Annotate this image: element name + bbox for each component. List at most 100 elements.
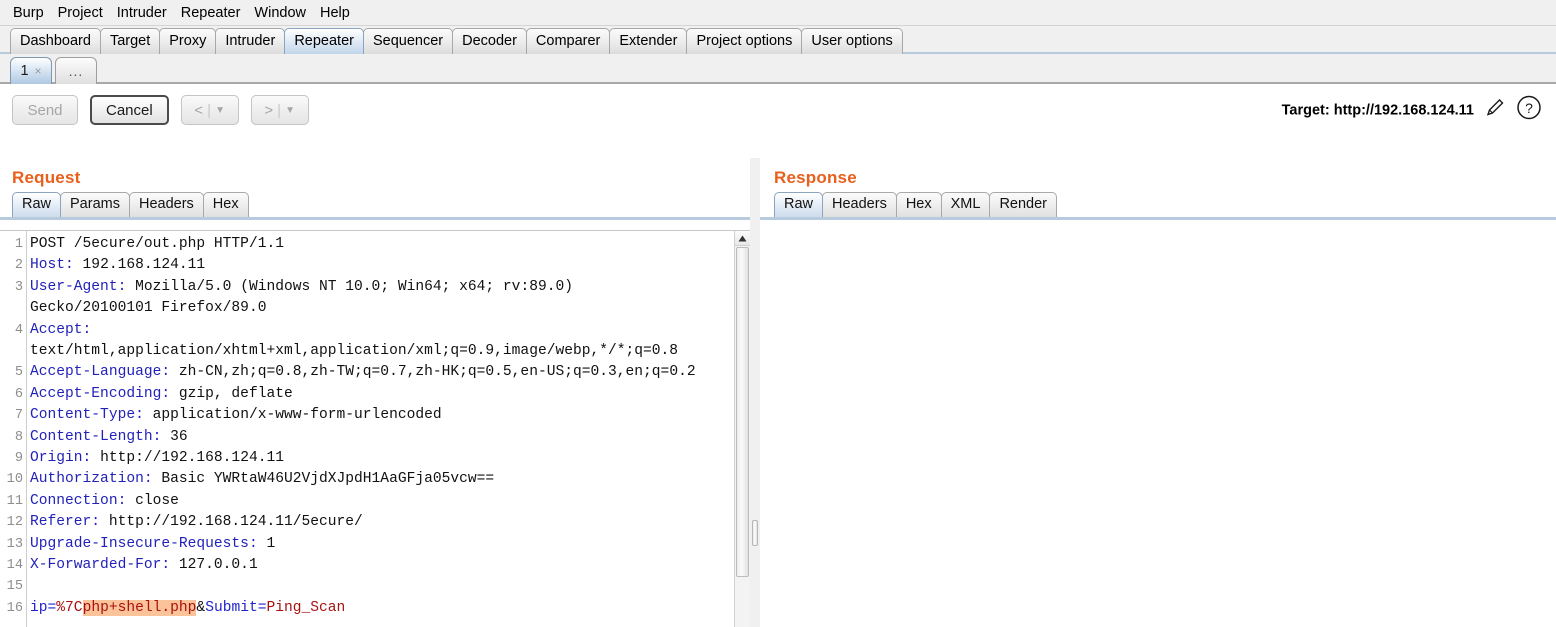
response-tab-xml[interactable]: XML [940, 192, 991, 217]
code-line[interactable]: Accept-Language: zh-CN,zh;q=0.8,zh-TW;q=… [30, 362, 726, 383]
request-scrollbar[interactable] [734, 231, 750, 627]
code-line[interactable]: Host: 192.168.124.11 [30, 255, 726, 276]
menu-item-burp[interactable]: Burp [6, 3, 51, 23]
response-title: Response [774, 168, 857, 187]
menu-item-project[interactable]: Project [51, 3, 110, 23]
gutter-divider [26, 231, 27, 627]
code-line[interactable]: Connection: close [30, 491, 726, 512]
tab-project-options[interactable]: Project options [686, 28, 803, 54]
line-number: 1 [14, 237, 23, 252]
line-number: 7 [14, 408, 23, 424]
repeater-tab-1[interactable]: 1 × [10, 57, 52, 84]
panes-container: Request Raw Params Headers Hex 1 POST /5e… [0, 158, 1556, 627]
chevron-down-icon: ▼ [285, 104, 295, 116]
code-line[interactable]: Authorization: Basic YWRtaW46U2VjdXJpdH1… [30, 469, 726, 490]
menu-item-help[interactable]: Help [313, 3, 357, 23]
button-separator: | [207, 101, 212, 119]
response-tab-hex[interactable]: Hex [895, 192, 942, 217]
header-key: Content-Type: [30, 407, 144, 424]
close-icon[interactable]: × [35, 64, 42, 78]
header-key: Connection: [30, 492, 127, 509]
code-line[interactable]: X-Forwarded-For: 127.0.0.1 [30, 555, 726, 576]
code-line[interactable]: Upgrade-Insecure-Requests: 1 [30, 534, 726, 555]
code-line[interactable]: Gecko/20100101 Firefox/89.0 [30, 298, 726, 319]
line-number: 3 [14, 279, 23, 295]
header-value: Basic YWRtaW46U2VjdXJpdH1AaGFja05vcw== [152, 471, 495, 488]
menu-item-repeater[interactable]: Repeater [174, 3, 248, 23]
request-code-area[interactable]: 1 POST /5ecure/out.php HTTP/1.1 2 Host: 192… [0, 231, 734, 627]
request-tab-strip: Raw Params Headers Hex [0, 192, 750, 220]
code-line[interactable]: text/html,application/xhtml+xml,applicat… [30, 341, 726, 362]
help-icon[interactable]: ? [1516, 95, 1542, 126]
request-tab-raw[interactable]: Raw [12, 192, 62, 217]
request-editor[interactable]: 1 POST /5ecure/out.php HTTP/1.1 2 Host: 192… [0, 230, 750, 627]
tab-intruder[interactable]: Intruder [215, 28, 286, 54]
tab-decoder[interactable]: Decoder [452, 28, 527, 54]
code-line[interactable]: Accept-Encoding: gzip, deflate [30, 384, 726, 405]
chevron-right-icon: > [264, 101, 274, 119]
header-value: http://192.168.124.11 [91, 450, 284, 466]
code-line[interactable]: User-Agent: Mozilla/5.0 (Windows NT 10.0… [30, 277, 726, 298]
code-line[interactable]: ip=%7Cphp+shell.php&Submit=Ping_Scan [30, 598, 726, 619]
back-button[interactable]: < | ▼ [180, 95, 239, 125]
cancel-button[interactable]: Cancel [90, 95, 169, 125]
code-line[interactable]: Origin: http://192.168.124.11 [30, 448, 726, 469]
pencil-icon[interactable] [1484, 97, 1506, 124]
menu-bar: Burp Project Intruder Repeater Window He… [0, 0, 1556, 26]
tab-sequencer[interactable]: Sequencer [362, 28, 454, 54]
splitter-grip[interactable] [752, 520, 758, 546]
payload-highlight: php+shell.php [82, 599, 197, 616]
header-key: Host: [30, 257, 74, 274]
code-line[interactable]: Content-Length: 36 [30, 427, 726, 448]
header-key: Referer: [30, 514, 101, 531]
header-value: close [126, 492, 179, 509]
param-key: ip= [30, 599, 57, 616]
code-line[interactable]: Referer: http://192.168.124.11/5ecure/ [30, 512, 726, 533]
line-number: 11 [6, 493, 23, 509]
request-tab-params[interactable]: Params [60, 192, 130, 217]
response-body[interactable] [760, 230, 1556, 627]
header-key: Upgrade-Insecure-Requests: [30, 535, 258, 552]
response-tab-headers[interactable]: Headers [822, 192, 897, 217]
header-key: Accept-Encoding: [30, 385, 171, 402]
header-key: Accept: [30, 321, 92, 338]
menu-item-intruder[interactable]: Intruder [110, 3, 174, 23]
forward-button[interactable]: > | ▼ [250, 95, 309, 125]
request-tab-hex[interactable]: Hex [202, 192, 249, 217]
tab-repeater[interactable]: Repeater [284, 28, 364, 54]
code-line[interactable]: POST /5ecure/out.php HTTP/1.1 [30, 234, 726, 255]
tab-comparer[interactable]: Comparer [525, 28, 611, 54]
request-tab-headers[interactable]: Headers [128, 192, 204, 217]
tab-extender[interactable]: Extender [609, 28, 688, 54]
response-tab-raw[interactable]: Raw [774, 192, 824, 217]
param-key: Submit= [205, 599, 267, 616]
tab-target[interactable]: Target [99, 28, 161, 54]
param-value: %7C [56, 599, 83, 616]
header-key: Content-Length: [30, 428, 162, 445]
tab-proxy[interactable]: Proxy [159, 28, 217, 54]
line-number: 16 [6, 600, 23, 616]
chevron-left-icon: < [194, 101, 204, 119]
request-title: Request [12, 168, 81, 187]
response-tab-render[interactable]: Render [989, 192, 1058, 217]
repeater-tab-new[interactable]: ... [55, 57, 97, 84]
code-line[interactable]: Content-Type: application/x-www-form-url… [30, 405, 726, 426]
header-value: Mozilla/5.0 (Windows NT 10.0; Win64; x64… [126, 278, 573, 295]
header-key: User-Agent: [30, 278, 127, 295]
send-button[interactable]: Send [12, 95, 78, 125]
response-pane: Response Raw Headers Hex XML Render [760, 158, 1556, 627]
header-key: Origin: [30, 450, 92, 466]
header-value: zh-CN,zh;q=0.8,zh-TW;q=0.7,zh-HK;q=0.5,e… [170, 364, 696, 381]
scroll-up-icon[interactable] [735, 231, 750, 246]
button-separator: | [277, 101, 282, 119]
pane-splitter[interactable] [750, 158, 760, 627]
header-key: Authorization: [30, 471, 153, 488]
tab-user-options[interactable]: User options [801, 28, 903, 54]
scrollbar-thumb[interactable] [736, 247, 749, 577]
header-value: application/x-www-form-urlencoded [143, 407, 442, 424]
tab-dashboard[interactable]: Dashboard [10, 28, 101, 54]
menu-item-window[interactable]: Window [247, 3, 313, 23]
repeater-tab-strip: 1 × ... [0, 54, 1556, 84]
code-line[interactable]: Accept: [30, 320, 726, 341]
header-value: 192.168.124.11 [73, 257, 206, 274]
